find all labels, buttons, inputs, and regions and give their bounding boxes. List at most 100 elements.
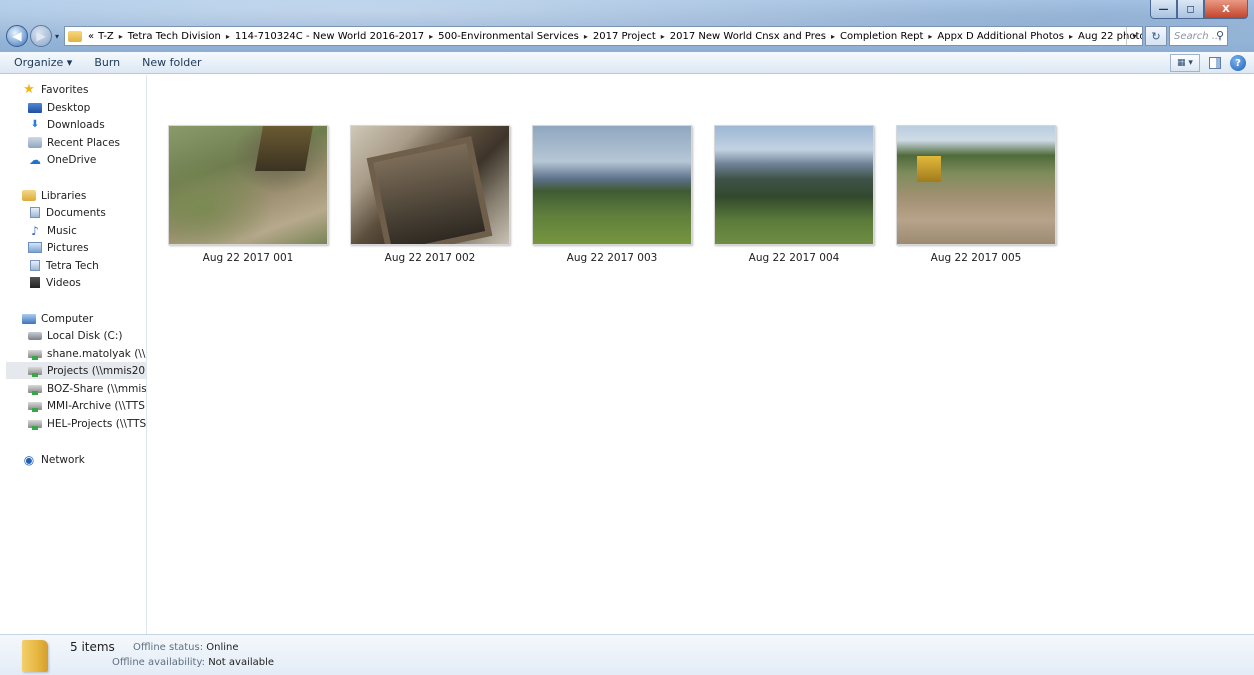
network-drive-icon (28, 419, 42, 430)
nav-drive-hel-projects[interactable]: HEL-Projects (\\TTS030I (28, 415, 146, 432)
chevron-right-icon[interactable]: ▸ (581, 32, 591, 41)
chevron-right-icon[interactable]: ▸ (223, 32, 233, 41)
search-icon[interactable]: ⚲ (1216, 29, 1224, 42)
nav-onedrive[interactable]: ☁ OneDrive (28, 151, 146, 168)
chevron-right-icon[interactable]: ▸ (1066, 32, 1076, 41)
file-list[interactable]: Aug 22 2017 001 Aug 22 2017 002 Aug 22 2… (148, 75, 1254, 634)
network-icon: ◉ (23, 452, 35, 467)
details-pane: 5 items Offline status: Online Offline a… (0, 634, 1254, 675)
command-bar: Organize ▾ Burn New folder ▦ ▾ ? (0, 52, 1254, 74)
file-name[interactable]: Aug 22 2017 003 (532, 252, 692, 264)
breadcrumb-item[interactable]: T-Z (96, 31, 116, 42)
file-item[interactable]: Aug 22 2017 005 (896, 125, 1056, 264)
recent-pages-dropdown[interactable]: ▾ (52, 32, 62, 41)
photo-thumbnail[interactable] (532, 125, 692, 245)
photo-thumbnail[interactable] (350, 125, 510, 245)
nav-drive-projects[interactable]: Projects (\\mmis207fs1. (6, 362, 146, 379)
local-disk-icon (28, 331, 42, 340)
nav-local-disk[interactable]: Local Disk (C:) (28, 327, 146, 344)
folder-icon (22, 640, 48, 672)
network-drive-icon (28, 366, 42, 377)
breadcrumb-item[interactable]: 114-710324C - New World 2016-2017 (233, 31, 426, 42)
breadcrumb-item[interactable]: 2017 New World Cnsx and Pres (668, 31, 828, 42)
file-item[interactable]: Aug 22 2017 003 (532, 125, 692, 264)
file-item[interactable]: Aug 22 2017 002 (350, 125, 510, 264)
nav-drive-shane[interactable]: shane.matolyak (\\mmis (28, 345, 146, 362)
documents-icon (30, 207, 40, 218)
nav-videos[interactable]: Videos (28, 274, 146, 291)
chevron-right-icon[interactable]: ▸ (658, 32, 668, 41)
navigation-pane: ★ Favorites Desktop ⬇ Downloads Recent Pla… (0, 75, 147, 634)
breadcrumb-item[interactable]: 500-Environmental Services (436, 31, 581, 42)
videos-icon (30, 277, 40, 288)
nav-network[interactable]: ◉ Network (22, 451, 146, 468)
breadcrumb-overflow[interactable]: « (86, 31, 96, 42)
computer-icon (22, 313, 36, 324)
chevron-right-icon[interactable]: ▸ (925, 32, 935, 41)
nav-pictures[interactable]: Pictures (28, 239, 146, 256)
navigation-row: ◀ ▶ ▾ « T-Z ▸ Tetra Tech Division ▸ 114-… (6, 24, 1248, 48)
nav-libraries[interactable]: Libraries (22, 187, 146, 204)
change-view-button[interactable]: ▦ ▾ (1170, 54, 1200, 72)
nav-documents[interactable]: Documents (28, 204, 146, 221)
network-drive-icon (28, 384, 42, 395)
refresh-button[interactable]: ↻ (1145, 26, 1167, 46)
photo-thumbnail[interactable] (168, 125, 328, 245)
minimize-button[interactable]: — (1150, 0, 1177, 19)
network-drive-icon (28, 401, 42, 412)
preview-pane-button[interactable] (1206, 54, 1224, 72)
close-button[interactable]: X (1204, 0, 1248, 19)
item-count: 5 items (70, 640, 115, 654)
pictures-icon (28, 242, 42, 253)
chevron-right-icon[interactable]: ▸ (828, 32, 838, 41)
file-name[interactable]: Aug 22 2017 001 (168, 252, 328, 264)
file-item[interactable]: Aug 22 2017 001 (168, 125, 328, 264)
breadcrumb-item[interactable]: Tetra Tech Division (126, 31, 223, 42)
nav-tetra-tech[interactable]: Tetra Tech (28, 257, 146, 274)
new-folder-button[interactable]: New folder (131, 56, 212, 69)
photo-thumbnail[interactable] (714, 125, 874, 245)
address-dropdown-button[interactable]: ▾ (1126, 27, 1142, 45)
folder-icon (68, 30, 82, 42)
file-name[interactable]: Aug 22 2017 004 (714, 252, 874, 264)
file-item[interactable]: Aug 22 2017 004 (714, 125, 874, 264)
desktop-icon (28, 102, 42, 113)
library-folder-icon (30, 260, 40, 271)
chevron-right-icon[interactable]: ▸ (426, 32, 436, 41)
cloud-icon: ☁ (29, 152, 41, 167)
caption-buttons: — ◻ X (1150, 0, 1248, 19)
help-icon[interactable]: ? (1230, 55, 1246, 71)
nav-computer[interactable]: Computer (22, 310, 146, 327)
file-name[interactable]: Aug 22 2017 002 (350, 252, 510, 264)
nav-favorites[interactable]: ★ Favorites (22, 81, 146, 98)
title-bar: — ◻ X ◀ ▶ ▾ « T-Z ▸ Tetra Tech Division … (0, 0, 1254, 52)
chevron-right-icon[interactable]: ▸ (116, 32, 126, 41)
file-name[interactable]: Aug 22 2017 005 (896, 252, 1056, 264)
network-drive-icon (28, 349, 42, 360)
address-bar[interactable]: « T-Z ▸ Tetra Tech Division ▸ 114-710324… (64, 26, 1143, 46)
preview-pane-icon (1209, 57, 1221, 69)
nav-recent-places[interactable]: Recent Places (28, 134, 146, 151)
burn-button[interactable]: Burn (83, 56, 131, 69)
offline-status: Offline status: Online (133, 642, 239, 653)
breadcrumb: « T-Z ▸ Tetra Tech Division ▸ 114-710324… (86, 31, 1142, 42)
nav-desktop[interactable]: Desktop (28, 99, 146, 116)
photo-thumbnail[interactable] (896, 125, 1056, 245)
forward-button[interactable]: ▶ (30, 25, 52, 47)
search-input[interactable]: Search ... ⚲ (1169, 26, 1228, 46)
breadcrumb-item[interactable]: Completion Rept (838, 31, 925, 42)
search-placeholder: Search ... (1174, 30, 1222, 42)
maximize-button[interactable]: ◻ (1177, 0, 1204, 19)
nav-downloads[interactable]: ⬇ Downloads (28, 116, 146, 133)
explorer-window: — ◻ X ◀ ▶ ▾ « T-Z ▸ Tetra Tech Division … (0, 0, 1254, 675)
back-button[interactable]: ◀ (6, 25, 28, 47)
nav-music[interactable]: ♪ Music (28, 222, 146, 239)
organize-menu[interactable]: Organize ▾ (0, 56, 83, 69)
breadcrumb-item[interactable]: Appx D Additional Photos (935, 31, 1066, 42)
breadcrumb-item[interactable]: 2017 Project (591, 31, 658, 42)
nav-drive-boz-share[interactable]: BOZ-Share (\\mmis207f (28, 380, 146, 397)
offline-availability: Offline availability: Not available (112, 657, 275, 668)
music-icon: ♪ (31, 223, 39, 238)
nav-drive-mmi-archive[interactable]: MMI-Archive (\\TTS153I (28, 397, 146, 414)
star-icon: ★ (23, 82, 35, 97)
